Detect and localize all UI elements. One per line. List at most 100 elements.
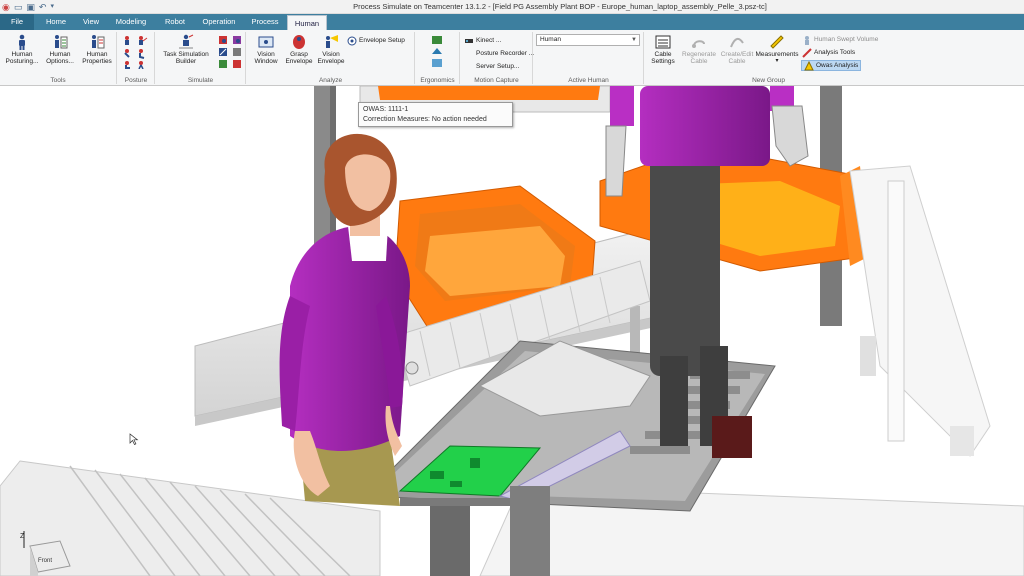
scene-canvas: Z Front <box>0 86 1024 576</box>
pick-icon <box>219 36 227 44</box>
tab-view[interactable]: View <box>76 14 106 30</box>
tab-file[interactable]: File <box>0 14 34 30</box>
mouse-cursor-icon <box>129 433 139 445</box>
human-properties-button[interactable]: Human Properties <box>79 34 115 65</box>
ergonomics-reports-icon <box>432 36 442 44</box>
tab-operation[interactable]: Operation <box>196 14 242 30</box>
tab-modeling[interactable]: Modeling <box>108 14 154 30</box>
3d-viewport[interactable]: Z Front OWAS: 1111-1 Correction Measures… <box>0 86 1024 576</box>
qa-dropdown-icon[interactable]: ▾ <box>50 1 54 13</box>
group-ergonomics: Ergonomics <box>416 32 460 84</box>
posture-stand-icon <box>125 36 129 45</box>
posture-reach-icon <box>139 36 148 45</box>
cable-settings-button[interactable]: Cable Settings <box>647 34 679 65</box>
get-off-icon <box>219 60 227 68</box>
pose-icon <box>233 60 241 68</box>
walk-icon <box>219 48 227 56</box>
app-logo-icon[interactable]: ◉ <box>2 1 10 13</box>
cable-settings-icon <box>655 35 671 49</box>
task-simulation-builder-button[interactable]: Task Simulation Builder <box>158 34 214 65</box>
measurements-icon <box>770 35 784 49</box>
chevron-down-icon: ▼ <box>631 37 637 43</box>
tab-process[interactable]: Process <box>244 14 286 30</box>
place-icon <box>233 36 241 44</box>
envelope-setup-icon <box>347 36 357 45</box>
human-options-icon <box>55 35 68 49</box>
menu-tab-bar: File Home View Modeling Robot Operation … <box>0 14 1024 30</box>
vision-window-icon <box>258 36 274 48</box>
analysis-tools-button[interactable]: Analysis Tools <box>802 47 855 58</box>
owas-analysis-icon <box>804 60 814 70</box>
save-icon[interactable]: ▣ <box>26 1 35 13</box>
ergonomics-icons <box>432 36 442 67</box>
group-posture: Posture <box>118 32 155 84</box>
vision-envelope-icon <box>326 35 338 48</box>
group-analyze: Vision Window Grasp Envelope Vision Enve… <box>247 32 415 84</box>
task-simulation-builder-icon <box>179 34 194 49</box>
quick-access-toolbar: ◉ ▭ ▣ ↶ ▾ <box>2 1 54 13</box>
grasp-envelope-button[interactable]: Grasp Envelope <box>283 34 315 65</box>
vision-envelope-button[interactable]: Vision Envelope <box>316 34 346 65</box>
caster-wheel <box>405 361 419 375</box>
server-setup-icon <box>464 62 474 72</box>
group-motion-capture: Kinect ... Posture Recorder ... Server S… <box>461 32 534 84</box>
grasp-envelope-icon <box>293 35 305 49</box>
view-cube-face-label: Front <box>38 558 52 564</box>
ribbon: Human Posturing... Human Options... Huma… <box>0 30 1024 86</box>
right-rack[interactable] <box>849 165 991 457</box>
posture-walk-icon <box>138 61 144 69</box>
tab-home[interactable]: Home <box>36 14 76 30</box>
open-icon[interactable]: ▭ <box>14 1 23 13</box>
posture-recorder-button[interactable]: Posture Recorder ... <box>464 48 534 59</box>
tab-human[interactable]: Human <box>287 15 327 30</box>
analysis-tools-icon <box>802 47 812 58</box>
owas-analysis-button[interactable]: Owas Analysis <box>801 60 862 71</box>
group-label-active-human: Active Human <box>568 77 609 84</box>
ergonomics-chart-icon <box>432 48 442 54</box>
regenerate-cable-button[interactable]: Regenerate Cable <box>680 34 718 65</box>
window-title: Process Simulate on Teamcenter 13.1.2 - … <box>353 2 767 11</box>
human-posturing-icon <box>19 34 25 50</box>
ergonomics-analysis-icon <box>432 59 442 67</box>
regenerate-cable-icon <box>692 40 705 48</box>
group-label-tools: Tools <box>50 77 66 84</box>
create-edit-cable-button[interactable]: Create/Edit Cable <box>719 34 755 65</box>
group-new-group: Cable Settings Regenerate Cable Create/E… <box>645 32 892 84</box>
left-worker[interactable] <box>279 133 410 506</box>
group-label-simulate: Simulate <box>187 77 214 84</box>
posture-bend-icon <box>124 49 130 58</box>
group-label-analyze: Analyze <box>318 77 343 84</box>
posture-sit-icon <box>125 61 130 69</box>
owas-code: OWAS: 1111-1 <box>363 106 409 113</box>
server-setup-button[interactable]: Server Setup... <box>464 61 519 72</box>
kinect-button[interactable]: Kinect ... <box>464 35 501 46</box>
svg-text:Z: Z <box>20 533 25 540</box>
group-label-ergonomics: Ergonomics <box>420 77 455 84</box>
active-human-select[interactable]: Human ▼ <box>536 34 640 46</box>
group-label-motion-capture: Motion Capture <box>474 77 519 84</box>
group-simulate: Task Simulation Builder Simulate <box>156 32 246 84</box>
measurements-dropdown-icon: ▾ <box>775 58 779 64</box>
measurements-button[interactable]: Measurements ▾ <box>755 34 799 65</box>
undo-icon[interactable]: ↶ <box>39 1 47 13</box>
envelope-setup-button[interactable]: Envelope Setup <box>347 35 405 46</box>
get-on-icon <box>233 48 241 56</box>
kinect-icon <box>465 38 473 43</box>
title-bar: ◉ ▭ ▣ ↶ ▾ Process Simulate on Teamcenter… <box>0 0 1024 14</box>
vision-window-button[interactable]: Vision Window <box>250 34 282 65</box>
tab-robot[interactable]: Robot <box>156 14 194 30</box>
group-tools: Human Posturing... Human Options... Huma… <box>0 32 117 84</box>
create-edit-cable-icon <box>730 37 744 48</box>
group-label-posture: Posture <box>124 77 148 84</box>
human-swept-volume-button[interactable]: Human Swept Volume <box>802 34 878 45</box>
posture-recorder-icon <box>464 49 474 59</box>
posture-kneel-icon <box>139 49 145 59</box>
human-swept-volume-icon <box>805 35 809 45</box>
human-options-button[interactable]: Human Options... <box>42 34 78 65</box>
human-properties-icon <box>92 35 105 49</box>
simulate-small-icons <box>219 36 241 68</box>
group-label-new-group: New Group <box>752 77 785 84</box>
posture-icons <box>124 36 148 69</box>
human-posturing-button[interactable]: Human Posturing... <box>3 34 41 65</box>
correction-measures: Correction Measures: No action needed <box>363 116 487 123</box>
